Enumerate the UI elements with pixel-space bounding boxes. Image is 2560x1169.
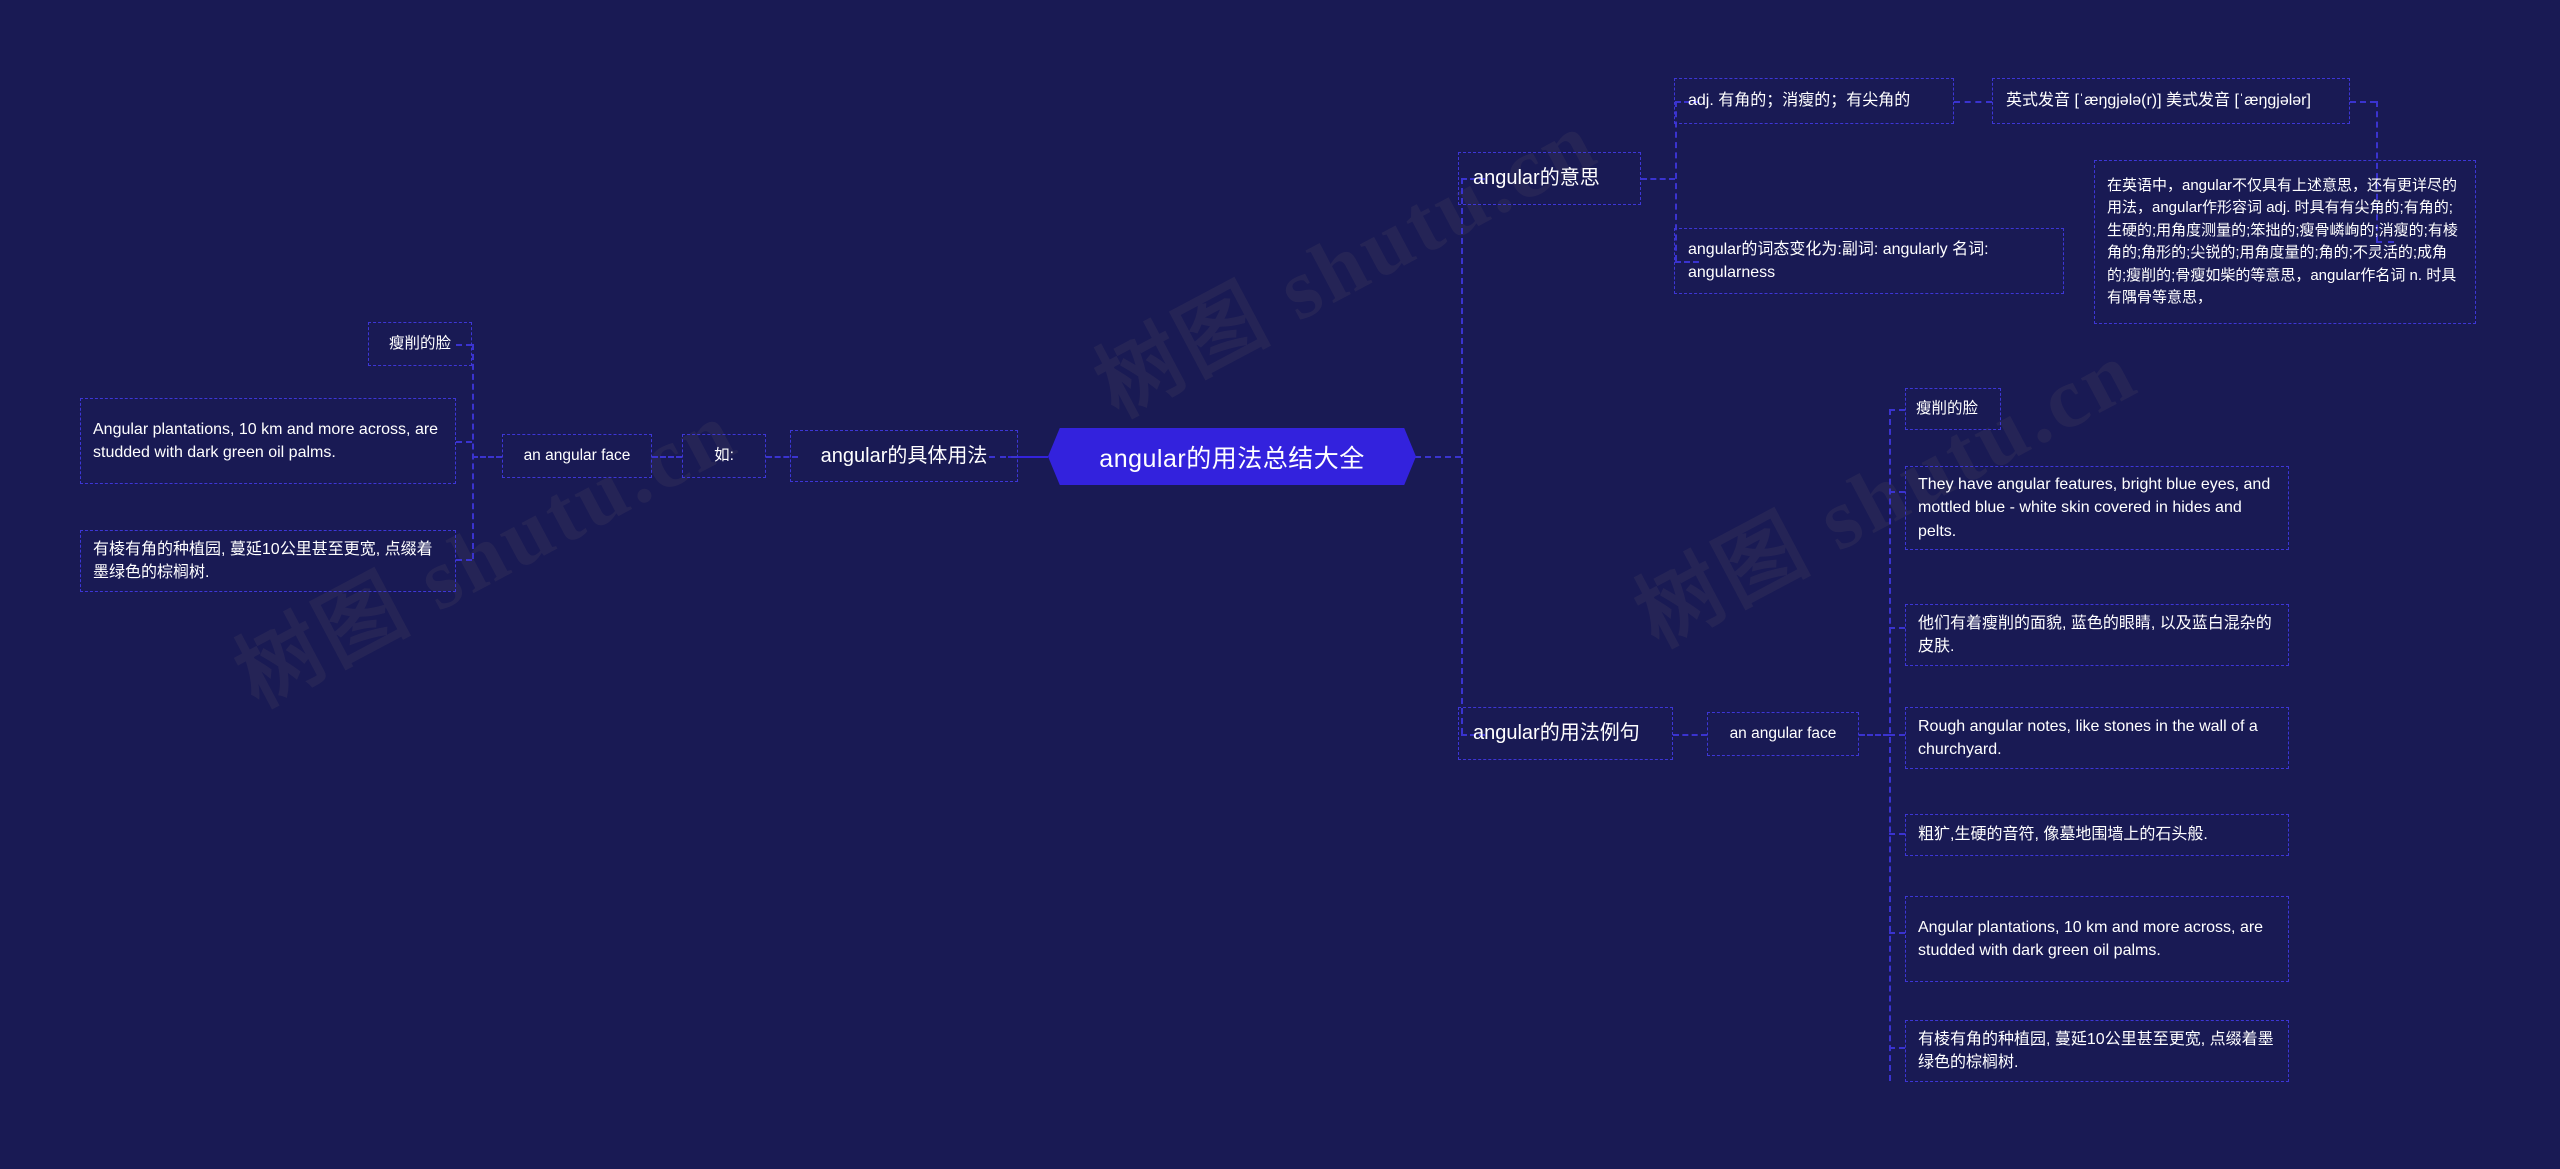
usage-connector-label-text: 如:	[714, 446, 734, 464]
connector	[2350, 101, 2376, 103]
usage-example-zh[interactable]: 有棱有角的种植园, 蔓延10公里甚至更宽, 点缀着墨绿色的棕榈树.	[80, 530, 456, 592]
connector	[1889, 833, 1905, 835]
meaning-item-pronunciation-label: 英式发音 [ˈæŋɡjələ(r)] 美式发音 [ˈæŋɡjələr]	[2006, 92, 2311, 110]
example-item-1-label: They have angular features, bright blue …	[1918, 476, 2271, 540]
central-node[interactable]: angular的用法总结大全	[1048, 428, 1416, 485]
connector	[472, 456, 502, 458]
meaning-item-definition[interactable]: adj. 有角的；消瘦的；有尖角的	[1674, 78, 1954, 124]
usage-example-en-label: Angular plantations, 10 km and more acro…	[93, 420, 439, 461]
examples-phrase[interactable]: an angular face	[1707, 712, 1859, 756]
branch-examples[interactable]: angular的用法例句	[1458, 707, 1673, 760]
meaning-item-inflection[interactable]: angular的词态变化为:副词: angularly 名词: angularn…	[1674, 228, 2064, 294]
usage-phrase[interactable]: an angular face	[502, 434, 652, 478]
example-item-3-label: Rough angular notes, like stones in the …	[1918, 717, 2258, 758]
example-item-2-label: 他们有着瘦削的面貌, 蓝色的眼睛, 以及蓝白混杂的皮肤.	[1918, 614, 2272, 655]
branch-usage[interactable]: angular的具体用法	[790, 430, 1018, 482]
mindmap-canvas: 树图 shutu.cn 树图 shutu.cn 树图 shutu.cn angu…	[0, 0, 2560, 1169]
example-item-4[interactable]: 粗犷,生硬的音符, 像墓地围墙上的石头般.	[1905, 814, 2289, 856]
branch-examples-label: angular的用法例句	[1473, 722, 1640, 744]
examples-phrase-label: an angular face	[1729, 724, 1837, 742]
example-item-0-label: 瘦削的脸	[1916, 399, 1979, 417]
meaning-item-definition-label: adj. 有角的；消瘦的；有尖角的	[1688, 92, 1911, 110]
connector	[1859, 734, 1889, 736]
connector	[456, 559, 472, 561]
central-node-label: angular的用法总结大全	[1099, 444, 1365, 473]
branch-usage-label: angular的具体用法	[820, 444, 988, 467]
usage-example-en[interactable]: Angular plantations, 10 km and more acro…	[80, 398, 456, 484]
meaning-item-pronunciation[interactable]: 英式发音 [ˈæŋɡjələ(r)] 美式发音 [ˈæŋɡjələr]	[1992, 78, 2350, 124]
meaning-item-inflection-label: angular的词态变化为:副词: angularly 名词: angularn…	[1688, 240, 1989, 281]
connector-spine-examples	[1889, 409, 1891, 1081]
example-item-6-label: 有棱有角的种植园, 蔓延10公里甚至更宽, 点缀着墨绿色的棕榈树.	[1918, 1030, 2274, 1071]
example-item-1[interactable]: They have angular features, bright blue …	[1905, 466, 2289, 550]
example-item-4-label: 粗犷,生硬的音符, 像墓地围墙上的石头般.	[1918, 826, 2208, 844]
connector	[652, 456, 682, 458]
usage-phrase-gloss[interactable]: 瘦削的脸	[368, 322, 472, 366]
meaning-item-detail-label: 在英语中，angular不仅具有上述意思，还有更详尽的用法，angular作形容…	[2107, 176, 2458, 307]
usage-phrase-gloss-label: 瘦削的脸	[388, 334, 451, 352]
example-item-2[interactable]: 他们有着瘦削的面貌, 蓝色的眼睛, 以及蓝白混杂的皮肤.	[1905, 604, 2289, 666]
connector	[1889, 409, 1905, 411]
example-item-6[interactable]: 有棱有角的种植园, 蔓延10公里甚至更宽, 点缀着墨绿色的棕榈树.	[1905, 1020, 2289, 1082]
usage-example-zh-label: 有棱有角的种植园, 蔓延10公里甚至更宽, 点缀着墨绿色的棕榈树.	[93, 540, 433, 581]
example-item-5-label: Angular plantations, 10 km and more acro…	[1918, 918, 2264, 959]
connector	[1889, 491, 1905, 493]
connector	[1641, 178, 1675, 180]
connector	[1889, 734, 1905, 736]
usage-phrase-label: an angular face	[523, 446, 631, 464]
example-item-3[interactable]: Rough angular notes, like stones in the …	[1905, 707, 2289, 769]
usage-connector-label[interactable]: 如:	[682, 434, 766, 478]
watermark: 树图 shutu.cn	[1080, 91, 1613, 436]
connector	[1889, 932, 1905, 934]
connector	[1889, 1047, 1905, 1049]
branch-meaning-label: angular的意思	[1473, 167, 1600, 189]
connector	[1673, 734, 1707, 736]
connector	[1415, 456, 1461, 458]
connector	[1889, 627, 1905, 629]
meaning-item-detail[interactable]: 在英语中，angular不仅具有上述意思，还有更详尽的用法，angular作形容…	[2094, 160, 2476, 324]
connector-spine-left	[472, 344, 474, 559]
connector	[1954, 101, 1992, 103]
example-item-0[interactable]: 瘦削的脸	[1905, 388, 2001, 430]
connector-spine-right	[1461, 178, 1463, 734]
connector	[456, 441, 472, 443]
branch-meaning[interactable]: angular的意思	[1458, 152, 1641, 205]
example-item-5[interactable]: Angular plantations, 10 km and more acro…	[1905, 896, 2289, 982]
